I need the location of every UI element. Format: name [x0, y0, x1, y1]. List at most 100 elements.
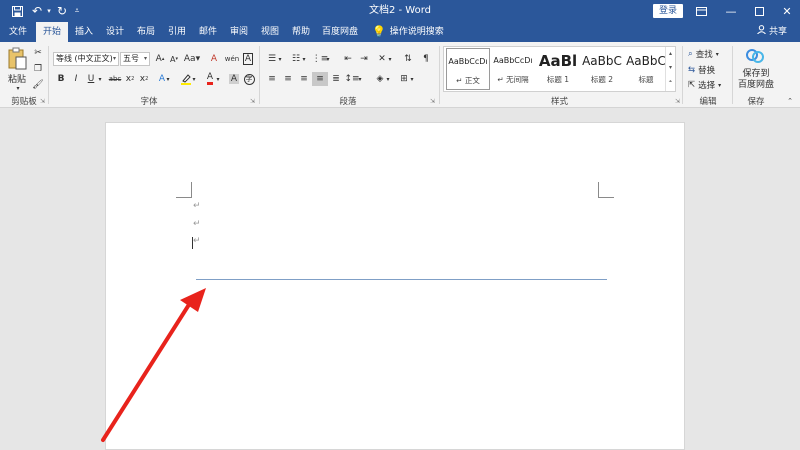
- tab-design[interactable]: 设计: [101, 22, 129, 42]
- sort-icon[interactable]: ⇅: [400, 52, 416, 66]
- numbering-dropdown-icon[interactable]: ▾: [300, 52, 308, 66]
- justify-icon[interactable]: ≡: [312, 72, 328, 86]
- horizontal-line[interactable]: [196, 279, 607, 280]
- replace-button[interactable]: ⇆ 替换: [688, 63, 715, 77]
- font-size-value: 五号: [123, 54, 139, 63]
- style-heading-1[interactable]: AaBl 标题 1: [536, 48, 580, 90]
- gallery-more-icon[interactable]: ⩡: [666, 75, 675, 89]
- enclose-characters-icon[interactable]: 字: [241, 72, 257, 86]
- style-name: 标题 2: [590, 75, 614, 84]
- login-button[interactable]: 登录: [653, 4, 683, 18]
- borders-dropdown-icon[interactable]: ▾: [408, 72, 416, 86]
- style-normal[interactable]: AaBbCcDı ↵ 正文: [446, 48, 490, 90]
- chevron-down-icon: ▾: [143, 55, 147, 62]
- show-marks-icon[interactable]: ¶: [418, 52, 434, 66]
- style-sample: AaBbC: [582, 54, 622, 68]
- style-heading-2[interactable]: AaBbC 标题 2: [580, 48, 624, 90]
- crop-mark-top-left: [176, 182, 192, 198]
- share-label: 共享: [769, 27, 788, 37]
- format-painter-icon[interactable]: 🖌: [30, 78, 46, 92]
- group-divider: [682, 46, 683, 104]
- line-spacing-dropdown-icon[interactable]: ▾: [356, 72, 364, 86]
- change-case-icon[interactable]: Aa▾: [182, 52, 202, 66]
- font-launcher-icon[interactable]: ⇲: [250, 98, 255, 105]
- document-page[interactable]: [105, 122, 685, 450]
- bullets-dropdown-icon[interactable]: ▾: [276, 52, 284, 66]
- minimize-icon[interactable]: —: [716, 0, 746, 22]
- increase-indent-icon[interactable]: ⇥: [356, 52, 372, 66]
- shrink-font-icon[interactable]: A ▾: [166, 52, 182, 66]
- tab-help[interactable]: 帮助: [287, 22, 315, 42]
- tab-references[interactable]: 引用: [163, 22, 191, 42]
- paragraph-mark: ↵: [193, 219, 201, 229]
- strikethrough-icon[interactable]: abc: [107, 72, 123, 86]
- tab-file[interactable]: 文件: [4, 22, 32, 42]
- paste-button[interactable]: 粘贴: [4, 72, 30, 85]
- paragraph-launcher-icon[interactable]: ⇲: [430, 98, 435, 105]
- group-divider: [439, 46, 440, 104]
- style-no-spacing[interactable]: AaBbCcDı ↵ 无间隔: [491, 48, 535, 90]
- character-border-icon[interactable]: A: [240, 52, 256, 66]
- chevron-down-icon: ▾: [112, 55, 116, 62]
- style-sample: AaBbC: [626, 54, 666, 68]
- gallery-scroll: ▴ ▾ ⩡: [665, 47, 675, 91]
- maximize-icon[interactable]: [744, 0, 774, 22]
- phonetic-guide-icon[interactable]: wén: [224, 52, 240, 66]
- font-color-dropdown-icon[interactable]: ▾: [214, 72, 222, 86]
- chinese-layout-dropdown-icon[interactable]: ▾: [386, 52, 394, 66]
- italic-icon[interactable]: I: [68, 72, 84, 86]
- styles-launcher-icon[interactable]: ⇲: [675, 98, 680, 105]
- font-name-value: 等线 (中文正文): [56, 54, 113, 63]
- character-shading-icon[interactable]: A: [226, 72, 242, 86]
- save-to-button-line2[interactable]: 百度网盘: [736, 78, 776, 90]
- share-button[interactable]: 共享: [757, 22, 787, 42]
- save-to-button-line1[interactable]: 保存到: [736, 67, 776, 79]
- lightbulb-icon: 💡: [372, 25, 386, 38]
- style-title[interactable]: AaBbC 标题: [624, 48, 668, 90]
- ribbon-display-icon[interactable]: [686, 0, 716, 22]
- text-effects-dropdown-icon[interactable]: ▾: [164, 72, 172, 86]
- align-right-icon[interactable]: ≡: [296, 72, 312, 86]
- gallery-down-icon[interactable]: ▾: [666, 61, 675, 75]
- gallery-up-icon[interactable]: ▴: [666, 47, 675, 61]
- font-name-dropdown[interactable]: 等线 (中文正文) ▾: [53, 52, 119, 66]
- highlight-dropdown-icon[interactable]: ▾: [190, 72, 198, 86]
- editing-group-label: 编辑: [699, 97, 717, 107]
- tab-home[interactable]: 开始: [36, 22, 68, 42]
- vertical-scrollbar[interactable]: [789, 109, 800, 450]
- close-icon[interactable]: ✕: [772, 0, 800, 22]
- copy-icon[interactable]: ❐: [30, 62, 46, 76]
- shading-dropdown-icon[interactable]: ▾: [384, 72, 392, 86]
- find-button[interactable]: ⌕ 查找 ▾: [688, 47, 719, 61]
- style-name: ↵ 正文: [456, 76, 480, 85]
- chevron-down-icon: ▾: [715, 50, 719, 58]
- underline-dropdown-icon[interactable]: ▾: [95, 72, 105, 86]
- decrease-indent-icon[interactable]: ⇤: [340, 52, 356, 66]
- align-center-icon[interactable]: ≡: [280, 72, 296, 86]
- tab-insert[interactable]: 插入: [70, 22, 98, 42]
- paste-dropdown-icon[interactable]: ▾: [13, 84, 23, 92]
- tell-me-search[interactable]: 💡 操作说明搜索: [372, 22, 444, 42]
- bold-icon[interactable]: B: [53, 72, 69, 86]
- superscript-icon[interactable]: x2: [136, 72, 152, 86]
- font-size-dropdown[interactable]: 五号 ▾: [120, 52, 150, 66]
- person-icon: [757, 22, 766, 42]
- replace-icon: ⇆: [688, 65, 696, 75]
- tab-view[interactable]: 视图: [256, 22, 284, 42]
- select-button[interactable]: ⇱ 选择 ▾: [688, 78, 721, 92]
- tab-review[interactable]: 审阅: [225, 22, 253, 42]
- paste-icon[interactable]: [6, 46, 28, 72]
- clear-formatting-icon[interactable]: A: [206, 52, 222, 66]
- paragraph-group-label: 段落: [339, 97, 357, 107]
- distributed-icon[interactable]: ≣: [328, 72, 344, 86]
- multilevel-dropdown-icon[interactable]: ▾: [324, 52, 332, 66]
- tab-mailings[interactable]: 邮件: [194, 22, 222, 42]
- tab-baidu-netdisk[interactable]: 百度网盘: [320, 22, 360, 42]
- clipboard-launcher-icon[interactable]: ⇲: [40, 98, 45, 105]
- cut-icon[interactable]: ✂: [30, 46, 46, 60]
- baidu-netdisk-icon[interactable]: [744, 46, 766, 66]
- tab-layout[interactable]: 布局: [132, 22, 160, 42]
- chevron-down-icon: ▾: [718, 81, 722, 89]
- align-left-icon[interactable]: ≡: [264, 72, 280, 86]
- collapse-ribbon-icon[interactable]: ⌃: [784, 96, 796, 106]
